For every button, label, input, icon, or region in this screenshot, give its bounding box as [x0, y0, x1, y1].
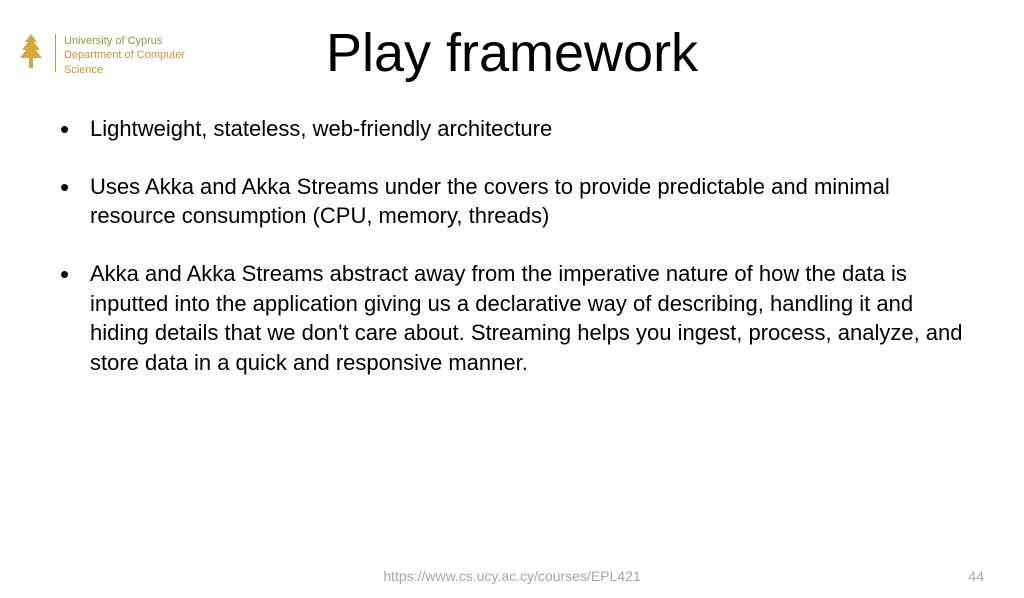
logo-university: University of Cyprus [64, 34, 185, 48]
logo-divider [55, 34, 56, 72]
tree-icon [15, 32, 47, 77]
institution-logo: University of Cyprus Department of Compu… [15, 32, 185, 77]
logo-department-2: Science [64, 63, 185, 77]
logo-department-1: Department of Computer [64, 48, 185, 62]
bullet-item: Lightweight, stateless, web-friendly arc… [60, 114, 964, 144]
bullet-item: Akka and Akka Streams abstract away from… [60, 259, 964, 378]
bullet-item: Uses Akka and Akka Streams under the cov… [60, 172, 964, 231]
bullet-list: Lightweight, stateless, web-friendly arc… [60, 114, 964, 378]
logo-text: University of Cyprus Department of Compu… [64, 32, 185, 77]
page-number: 44 [968, 568, 984, 584]
slide-content: Lightweight, stateless, web-friendly arc… [0, 114, 1024, 378]
slide-footer: https://www.cs.ucy.ac.cy/courses/EPL421 … [0, 568, 1024, 584]
footer-url: https://www.cs.ucy.ac.cy/courses/EPL421 [383, 568, 640, 584]
